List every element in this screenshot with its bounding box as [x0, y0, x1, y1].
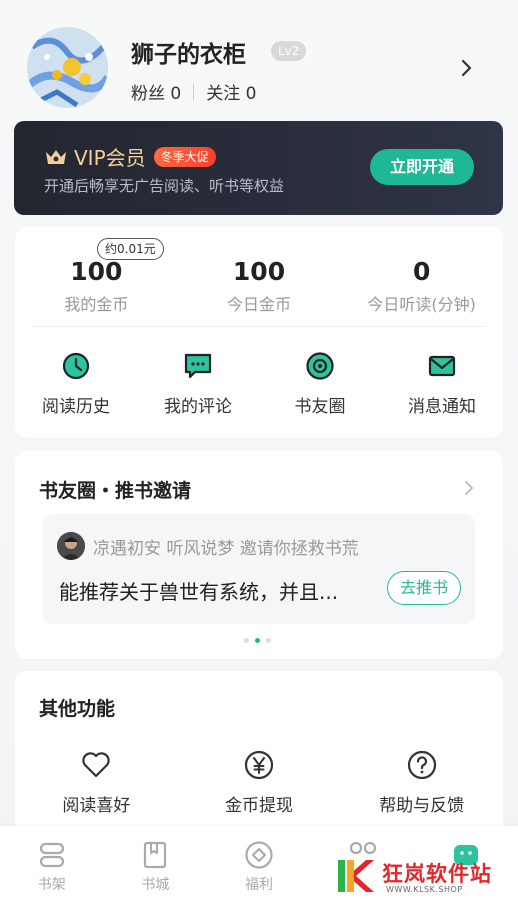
tab-label: 书架: [37, 877, 66, 893]
feature-label: 帮助与反馈: [379, 796, 465, 816]
shortcut-label: 消息通知: [408, 397, 476, 417]
stat-my-coins[interactable]: 约0.01元 100 我的金币: [15, 227, 178, 327]
other-functions-card: 其他功能 阅读喜好 金币提现 帮助与反馈: [15, 671, 503, 851]
tab-bookshelf[interactable]: 书架: [0, 826, 104, 902]
yen-icon: [244, 750, 274, 780]
shortcut-label: 书友圈: [294, 397, 346, 417]
following-label[interactable]: 关注 0: [206, 79, 256, 104]
shortcut-book-circle[interactable]: 书友圈: [259, 337, 381, 427]
watermark-url: WWW.KLSK.SHOP: [386, 885, 463, 894]
recommend-button[interactable]: 去推书: [387, 571, 461, 605]
avatar: [57, 532, 85, 560]
watermark-logo-icon: [338, 860, 374, 892]
shortcut-my-comments[interactable]: 我的评论: [137, 337, 259, 427]
tab-welfare[interactable]: 福利: [207, 826, 311, 902]
stat-label: 今日金币: [227, 295, 292, 314]
stats-card: 约0.01元 100 我的金币 100 今日金币 0 今日听读(分钟) 阅读历史: [15, 227, 503, 438]
invite-item[interactable]: 凉遇初安 听风说梦 邀请你拯救书荒 能推荐关于兽世有系统，并且... 去推书: [43, 514, 475, 624]
shortcut-label: 阅读历史: [42, 397, 110, 417]
feature-label: 阅读喜好: [62, 796, 131, 816]
feature-help-feedback[interactable]: 帮助与反馈: [340, 743, 503, 823]
vip-subtitle: 开通后畅享无广告阅读、听书等权益: [44, 177, 285, 195]
stat-value: 100: [232, 257, 286, 286]
section-title: 其他功能: [39, 698, 116, 720]
stat-value: 100: [70, 257, 123, 286]
feature-row: 阅读喜好 金币提现 帮助与反馈: [15, 743, 503, 823]
stat-today-coins[interactable]: 100 今日金币: [178, 227, 341, 327]
vip-title: VIP会员 冬季大促: [44, 142, 216, 171]
request-text: 能推荐关于兽世有系统，并且...: [59, 580, 339, 604]
mail-icon: [428, 355, 456, 377]
tab-label: 福利: [244, 877, 273, 893]
clock-icon: [62, 352, 90, 380]
divider: [32, 326, 486, 327]
divider: [193, 83, 195, 100]
chevron-right-icon[interactable]: [463, 479, 475, 497]
promo-badge: 冬季大促: [153, 146, 216, 167]
invite-text: 凉遇初安 听风说梦 邀请你拯救书荒: [93, 539, 359, 559]
feature-reading-preference[interactable]: 阅读喜好: [15, 743, 178, 823]
gift-icon: [245, 841, 273, 869]
shortcut-reading-history[interactable]: 阅读历史: [15, 337, 137, 427]
vip-label: VIP会员: [74, 146, 146, 170]
fans-count: 0: [170, 84, 182, 104]
stats-row: 约0.01元 100 我的金币 100 今日金币 0 今日听读(分钟): [15, 227, 503, 327]
follow-stats: 粉丝 0 关注 0: [131, 79, 256, 104]
feature-coin-withdraw[interactable]: 金币提现: [178, 743, 341, 823]
carousel-dot-active: [255, 638, 260, 643]
shortcut-label: 我的评论: [164, 397, 232, 417]
tab-bookstore[interactable]: 书城: [104, 826, 208, 902]
stat-label: 我的金币: [64, 295, 129, 314]
comment-icon: [184, 353, 212, 379]
bookshelf-icon: [39, 842, 64, 868]
stat-label: 今日听读(分钟): [367, 295, 476, 314]
shortcut-notifications[interactable]: 消息通知: [381, 337, 503, 427]
help-icon: [407, 750, 436, 780]
carousel-indicator: [244, 638, 271, 643]
stat-today-listen[interactable]: 0 今日听读(分钟): [340, 227, 503, 327]
stat-value: 0: [412, 257, 431, 286]
following-count: 0: [245, 84, 257, 104]
vip-card[interactable]: VIP会员 冬季大促 开通后畅享无广告阅读、听书等权益 立即开通: [14, 121, 503, 215]
carousel-dot: [266, 638, 271, 643]
book-circle-card: 书友圈・推书邀请 凉遇初安 听风说梦 邀请你拯救书荒 能推荐关于兽世有系统，并且…: [15, 451, 503, 659]
fans-label[interactable]: 粉丝 0: [131, 79, 181, 104]
watermark-text: 狂岚软件站: [382, 862, 492, 886]
chevron-right-icon[interactable]: [460, 58, 474, 78]
profile-header[interactable]: 狮子的衣柜 Lv2 粉丝 0 关注 0: [0, 0, 518, 120]
feature-label: 金币提现: [225, 796, 293, 816]
section-title[interactable]: 书友圈・推书邀请: [39, 476, 191, 503]
book-icon: [144, 841, 167, 869]
level-badge: Lv2: [271, 41, 307, 61]
watermark: 狂岚软件站 WWW.KLSK.SHOP: [336, 852, 506, 898]
shortcut-row: 阅读历史 我的评论 书友圈 消息通知: [15, 337, 503, 427]
circle-icon: [306, 352, 334, 380]
avatar[interactable]: [27, 27, 108, 108]
open-vip-button[interactable]: 立即开通: [370, 149, 474, 185]
tab-label: 书城: [141, 877, 170, 893]
crown-icon: [46, 149, 66, 164]
heart-icon: [82, 752, 110, 778]
carousel-dot: [244, 638, 249, 643]
username: 狮子的衣柜: [131, 42, 246, 68]
